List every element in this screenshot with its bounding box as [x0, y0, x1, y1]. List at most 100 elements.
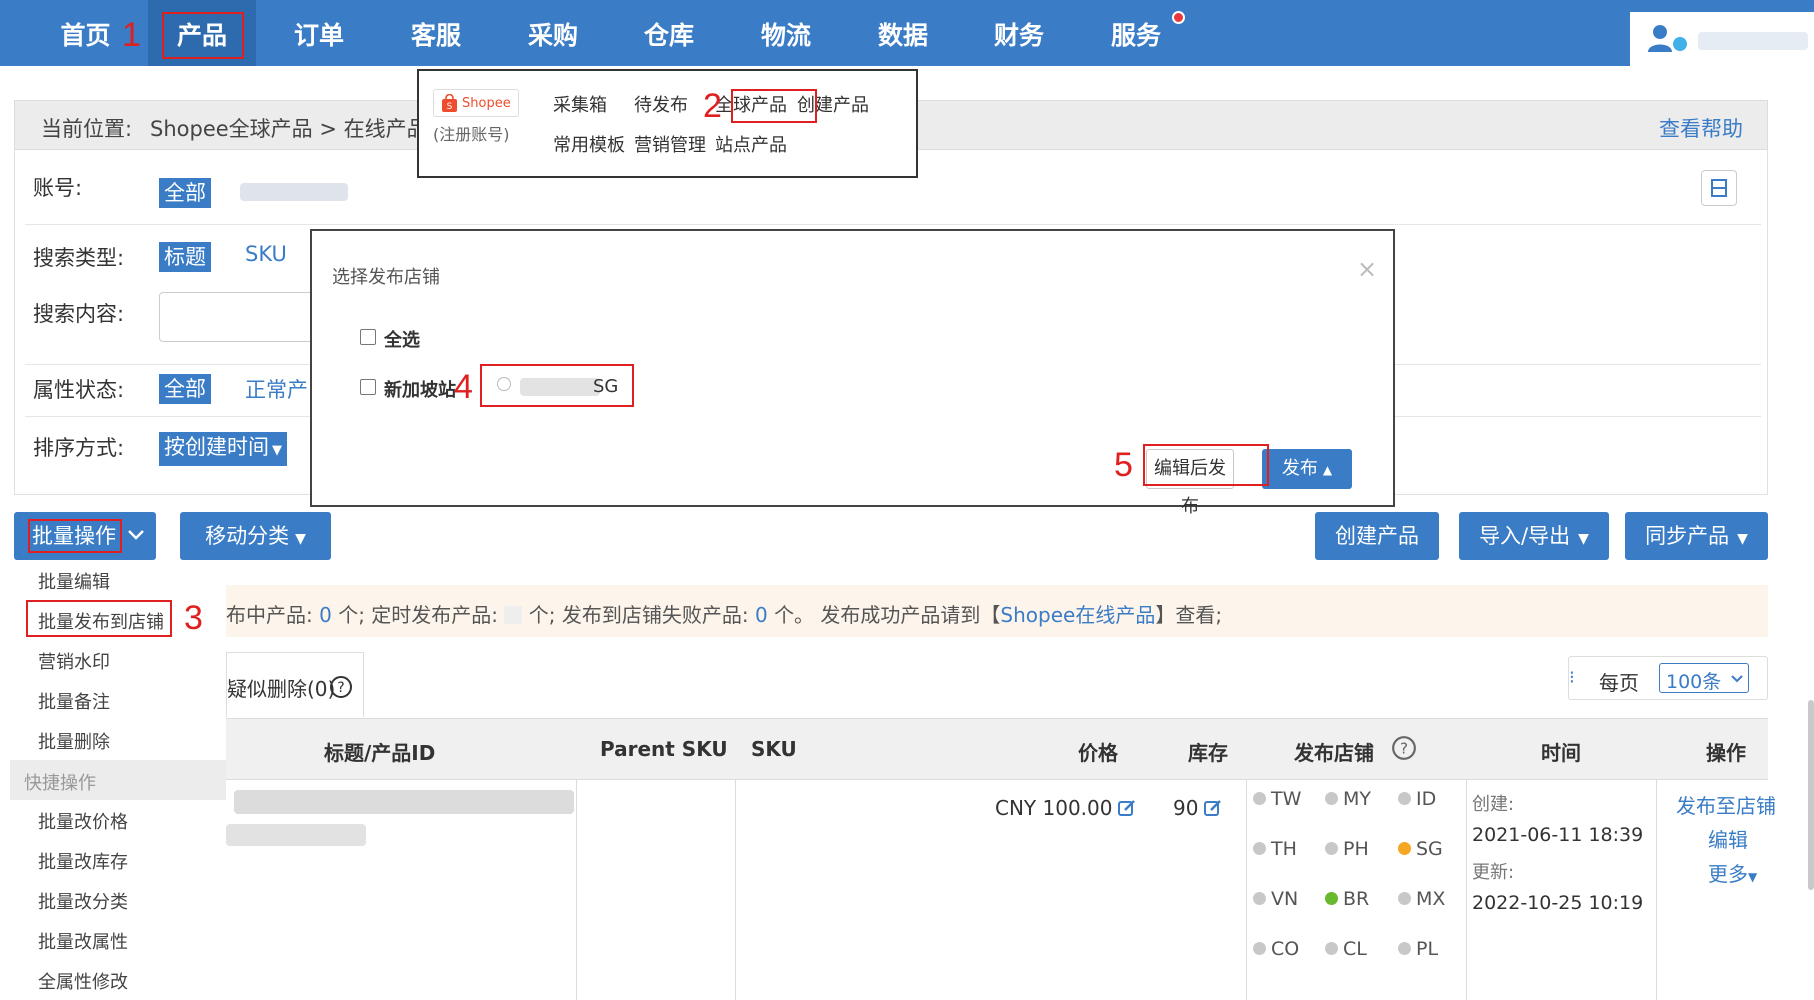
batch-delete-item[interactable]: 批量删除: [38, 728, 110, 754]
batch-change-category-item[interactable]: 批量改分类: [38, 888, 128, 914]
store-br[interactable]: BR: [1325, 888, 1369, 910]
edit-link[interactable]: 编辑: [1708, 824, 1748, 853]
search-type-label: 搜索类型:: [33, 246, 125, 270]
search-content-label: 搜索内容:: [33, 302, 125, 326]
sync-products-button[interactable]: 同步产品 ▼: [1625, 512, 1768, 560]
user-profile[interactable]: [1630, 12, 1814, 66]
store-my[interactable]: MY: [1325, 788, 1371, 810]
account-filter-all[interactable]: 全部: [159, 178, 211, 208]
annotation-highlight-batch-publish: [26, 600, 172, 637]
submenu-common-templates[interactable]: 常用模板: [553, 131, 625, 157]
username-redacted: [1698, 32, 1808, 50]
more-actions-link[interactable]: 更多▼: [1708, 858, 1757, 887]
store-status-dot: [1398, 792, 1411, 805]
import-export-label: 导入/导出: [1479, 524, 1571, 548]
product-title-redacted: [234, 790, 574, 814]
breadcrumb-path: Shopee全球产品 > 在线产品: [150, 117, 428, 141]
store-status-dot: [1253, 842, 1266, 855]
search-type-sku[interactable]: SKU: [245, 242, 287, 266]
notice-bar: 布中产品: 0 个; 定时发布产品: 个; 发布到店铺失败产品: 0 个。 发布…: [226, 585, 1768, 637]
import-export-button[interactable]: 导入/导出 ▼: [1459, 512, 1609, 560]
price-cell: CNY 100.00: [995, 796, 1136, 820]
store-tw[interactable]: TW: [1253, 788, 1301, 810]
chevron-down-icon: ▼: [1578, 531, 1589, 547]
search-type-title[interactable]: 标题: [159, 242, 211, 272]
nav-item-orders[interactable]: 订单: [268, 0, 370, 66]
attr-status-normal[interactable]: 正常产: [245, 374, 308, 404]
annotation-step-5: 5: [1114, 446, 1133, 484]
publish-button[interactable]: 发布 ▲: [1262, 449, 1352, 489]
per-page-select[interactable]: 100条: [1659, 663, 1749, 693]
select-all-label: 全选: [384, 330, 420, 351]
annotation-highlight-products: [162, 12, 244, 59]
site-singapore-label: 新加坡站: [384, 380, 456, 401]
store-code: CL: [1343, 938, 1367, 960]
attr-status-all[interactable]: 全部: [159, 374, 211, 404]
nav-item-data[interactable]: 数据: [852, 0, 954, 66]
marketing-watermark-item[interactable]: 营销水印: [38, 648, 110, 674]
store-th[interactable]: TH: [1253, 838, 1297, 860]
caret-down-icon: ▼: [1737, 531, 1748, 547]
help-link[interactable]: 查看帮助: [1659, 113, 1743, 143]
quick-ops-header-label: 快捷操作: [24, 773, 96, 794]
batch-change-price-item[interactable]: 批量改价格: [38, 808, 128, 834]
col-title-product-id: 标题/产品ID: [324, 741, 436, 765]
nav-item-finance[interactable]: 财务: [968, 0, 1070, 66]
move-category-button[interactable]: 移动分类 ▼: [180, 512, 331, 560]
annotation-highlight-batch-ops: [28, 519, 122, 553]
nav-item-services[interactable]: 服务: [1085, 0, 1187, 66]
nav-item-purchasing[interactable]: 采购: [502, 0, 604, 66]
store-sg[interactable]: SG: [1398, 838, 1443, 860]
nav-item-logistics[interactable]: 物流: [735, 0, 837, 66]
nav-item-customer-service[interactable]: 客服: [385, 0, 487, 66]
scrollbar[interactable]: [1808, 700, 1814, 890]
sort-value: 按创建时间: [164, 435, 269, 459]
svg-text:?: ?: [337, 680, 344, 696]
col-sku: SKU: [751, 737, 797, 761]
submenu-pending-publish[interactable]: 待发布: [634, 91, 688, 117]
store-code: PH: [1343, 838, 1369, 860]
shopee-online-products-link[interactable]: Shopee在线产品: [1000, 603, 1155, 627]
submenu-site-products[interactable]: 站点产品: [715, 131, 787, 157]
store-co[interactable]: CO: [1253, 938, 1299, 960]
created-label: 创建:: [1472, 794, 1515, 815]
all-attribute-edit-item[interactable]: 全属性修改: [38, 968, 128, 994]
store-code: MY: [1343, 788, 1371, 810]
store-vn[interactable]: VN: [1253, 888, 1298, 910]
help-circle-icon[interactable]: ?: [1391, 735, 1417, 761]
account-label: 账号:: [33, 176, 83, 200]
created-time: 2021-06-11 18:39: [1472, 824, 1644, 846]
store-status-dot: [1325, 942, 1338, 955]
help-circle-icon[interactable]: ?: [329, 675, 353, 699]
edit-icon[interactable]: [1204, 799, 1222, 817]
store-cl[interactable]: CL: [1325, 938, 1367, 960]
svg-text:?: ?: [1400, 739, 1408, 757]
batch-note-item[interactable]: 批量备注: [38, 688, 110, 714]
edit-icon[interactable]: [1118, 799, 1136, 817]
sort-dropdown[interactable]: 按创建时间 ▼: [159, 432, 287, 466]
store-mx[interactable]: MX: [1398, 888, 1445, 910]
col-publish-stores: 发布店铺: [1294, 741, 1374, 765]
batch-edit-item[interactable]: 批量编辑: [38, 568, 110, 594]
annotation-highlight-edit-publish: [1143, 444, 1269, 486]
per-page-value: 100条: [1666, 671, 1722, 693]
store-ph[interactable]: PH: [1325, 838, 1369, 860]
store-pl[interactable]: PL: [1398, 938, 1438, 960]
batch-change-stock-item[interactable]: 批量改库存: [38, 848, 128, 874]
submenu-marketing[interactable]: 营销管理: [634, 131, 706, 157]
create-product-button[interactable]: 创建产品: [1315, 512, 1439, 560]
select-all-checkbox[interactable]: [360, 329, 376, 345]
site-singapore-checkbox[interactable]: [360, 379, 376, 395]
shopee-platform-button[interactable]: S Shopee: [433, 89, 519, 117]
batch-change-attribute-item[interactable]: 批量改属性: [38, 928, 128, 954]
search-input[interactable]: [159, 292, 327, 342]
nav-item-warehouse[interactable]: 仓库: [618, 0, 720, 66]
close-icon[interactable]: ×: [1357, 255, 1377, 283]
pagination-more-icon[interactable]: ⁝: [1569, 667, 1575, 688]
publish-to-store-link[interactable]: 发布至店铺: [1676, 790, 1776, 819]
tab-suspected-deleted[interactable]: 疑似删除(0) ?: [226, 652, 364, 717]
store-id[interactable]: ID: [1398, 788, 1436, 810]
submenu-collect-box[interactable]: 采集箱: [553, 91, 607, 117]
store-status-dot: [1398, 942, 1411, 955]
collapse-toggle-button[interactable]: [1701, 170, 1737, 206]
